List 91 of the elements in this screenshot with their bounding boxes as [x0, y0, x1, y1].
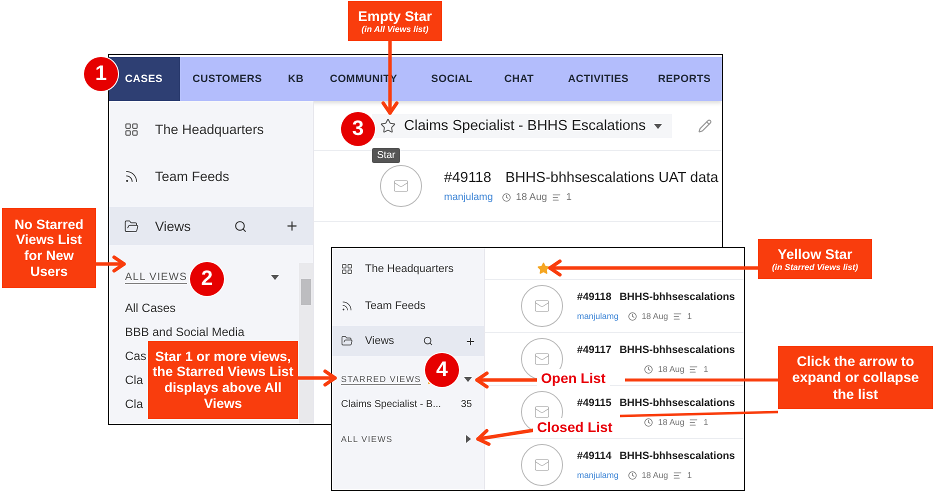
- reply-count: 1: [703, 417, 708, 427]
- nav-tab[interactable]: ACTIVITIES: [556, 57, 646, 101]
- nav-tab[interactable]: CASES: [109, 57, 180, 101]
- callout-arrow: [475, 371, 539, 389]
- view-item[interactable]: Cla: [125, 369, 144, 391]
- sidebar-item[interactable]: The Headquarters: [155, 122, 264, 136]
- callout-title: Star 1 or more views, the Starred Views List displays above All Views: [152, 348, 294, 412]
- author-link[interactable]: manjulamg: [444, 192, 493, 202]
- case-date: 18 Aug: [642, 470, 668, 480]
- author-link[interactable]: manjulamg: [577, 470, 619, 480]
- callout-title: Yellow Star: [778, 246, 852, 262]
- envelope-icon: [393, 178, 409, 194]
- case-subject[interactable]: BHHS-bhhsescalations: [619, 397, 735, 409]
- grid-icon: [124, 122, 139, 136]
- callout-title: Empty Star: [358, 8, 432, 24]
- callout-note: (in Starred Views list): [772, 262, 858, 272]
- clock-icon: [502, 192, 511, 202]
- clock-icon: [628, 470, 637, 480]
- envelope-icon: [534, 404, 550, 420]
- case-number: #49117: [577, 344, 612, 356]
- list-icon: [689, 364, 698, 374]
- case-subject[interactable]: BHHS-bhhsescalations: [619, 344, 735, 356]
- envelope-icon: [534, 351, 550, 367]
- envelope-icon: [534, 298, 550, 314]
- caret-icon[interactable]: [464, 375, 472, 383]
- envelope-icon: [534, 457, 550, 473]
- caret-icon[interactable]: [464, 435, 472, 443]
- filled-star-icon[interactable]: [537, 262, 550, 275]
- section-label[interactable]: ALL VIEWS: [125, 270, 188, 284]
- view-item[interactable]: BBB and Social Media: [125, 321, 244, 343]
- case-date: 18 Aug: [658, 417, 684, 427]
- tooltip: Star: [372, 148, 400, 163]
- clock-icon: [644, 418, 653, 426]
- case-number: #49115: [577, 397, 612, 409]
- arrow-label: Open List: [537, 369, 610, 387]
- grid-icon: [341, 263, 353, 275]
- section-label[interactable]: STARRED VIEWS: [341, 374, 422, 384]
- list-icon: [689, 418, 698, 426]
- case-number: #49118: [444, 170, 492, 186]
- list-icon: [552, 192, 562, 202]
- star-icon[interactable]: [380, 118, 396, 134]
- views-label: Views: [155, 218, 191, 234]
- views-label: Views: [365, 335, 394, 347]
- clock-icon: [644, 364, 653, 374]
- sidebar-item[interactable]: The Headquarters: [365, 263, 454, 275]
- list-icon: [673, 312, 682, 320]
- caret-icon[interactable]: [654, 122, 662, 130]
- folder-icon: [341, 335, 353, 347]
- view-item[interactable]: Cas: [125, 345, 146, 367]
- nav-tab[interactable]: CHAT: [492, 57, 556, 101]
- case-date: 18 Aug: [642, 311, 668, 321]
- search-icon[interactable]: [234, 220, 247, 232]
- callout-note: (in All Views list): [362, 24, 428, 34]
- sidebar-item[interactable]: Team Feeds: [155, 168, 230, 184]
- view-item[interactable]: Cla: [125, 393, 144, 415]
- case-date: 18 Aug: [516, 192, 548, 202]
- reply-count: 1: [687, 311, 692, 321]
- clock-icon: [628, 312, 637, 320]
- caret-icon[interactable]: [271, 273, 279, 281]
- nav-tab[interactable]: SOCIAL: [419, 57, 492, 101]
- view-item[interactable]: Claims Specialist - B...: [341, 398, 442, 410]
- case-subject[interactable]: BHHS-bhhsescalations UAT data: [505, 170, 718, 186]
- feed-icon: [341, 300, 353, 312]
- view-item[interactable]: All Cases: [125, 297, 176, 319]
- nav-tab[interactable]: CUSTOMERS: [180, 57, 276, 101]
- add-icon[interactable]: [285, 219, 299, 233]
- case-number: #49118: [577, 291, 612, 303]
- callout-title: Click the arrow to expand or collapse the list: [791, 353, 920, 402]
- view-selector[interactable]: Claims Specialist - BHHS Escalations: [372, 114, 672, 138]
- nav-tab[interactable]: KB: [276, 57, 318, 101]
- case-subject[interactable]: BHHS-bhhsescalations: [619, 291, 735, 303]
- reply-count: 1: [566, 192, 572, 202]
- case-subject[interactable]: BHHS-bhhsescalations: [619, 450, 735, 462]
- sidebar-item[interactable]: Team Feeds: [365, 300, 426, 312]
- search-icon[interactable]: [423, 336, 433, 346]
- list-icon: [673, 470, 682, 480]
- feed-icon: [124, 168, 139, 184]
- author-link[interactable]: manjulamg: [577, 311, 619, 321]
- view-count: 35: [460, 398, 472, 410]
- scrollbar[interactable]: [299, 263, 313, 424]
- folder-icon: [124, 218, 139, 234]
- callout-title: No Starred Views List for New Users: [13, 216, 85, 280]
- reply-count: 1: [703, 364, 708, 374]
- step-marker: 1: [84, 57, 118, 91]
- reply-count: 1: [687, 470, 692, 480]
- nav-tab[interactable]: REPORTS: [646, 57, 722, 101]
- case-number: #49114: [577, 450, 612, 462]
- case-date: 18 Aug: [658, 364, 684, 374]
- section-label[interactable]: ALL VIEWS: [341, 434, 393, 444]
- add-icon[interactable]: [465, 336, 476, 346]
- edit-icon[interactable]: [698, 119, 712, 133]
